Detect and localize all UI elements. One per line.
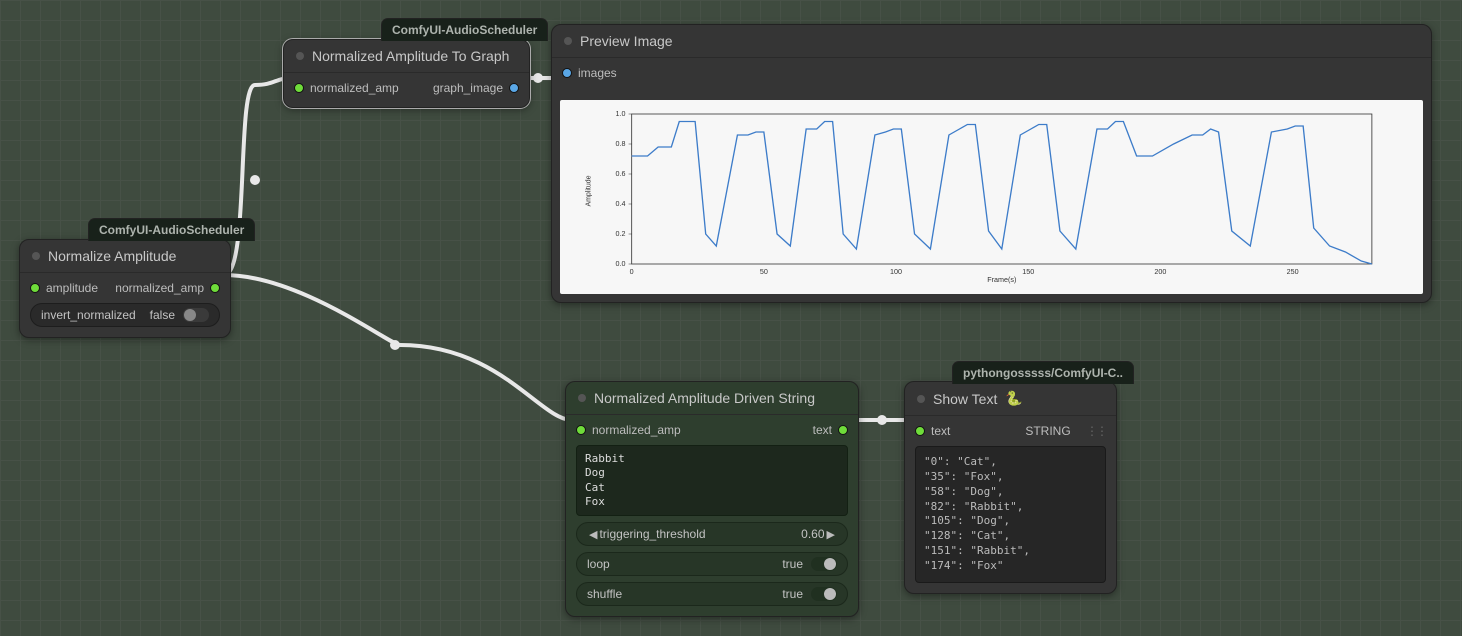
input-amplitude[interactable]: amplitude [30,281,98,295]
widget-triggering-threshold[interactable]: ◀ triggering_threshold 0.60 ▶ [576,522,848,546]
output-normalized-amp[interactable]: normalized_amp [115,281,220,295]
toggle-icon[interactable] [811,557,837,571]
title-text: Normalize Amplitude [48,248,176,264]
snake-icon: 🐍 [1005,390,1022,407]
title-text: Normalized Amplitude Driven String [594,390,815,406]
node-amp-to-graph[interactable]: Normalized Amplitude To Graph normalized… [283,39,530,108]
title-text: Normalized Amplitude To Graph [312,48,509,64]
title-text: Show Text [933,391,997,407]
widget-value: 0.60 [801,527,824,541]
chevron-right-icon[interactable]: ▶ [825,528,837,541]
svg-text:0.0: 0.0 [616,260,626,268]
widget-label: loop [587,557,610,571]
preview-surface: 0.0 0.2 0.4 0.6 0.8 1.0 0 50 100 150 200 250 Frame… [560,100,1423,294]
output-text[interactable]: text [813,423,848,437]
svg-text:0.6: 0.6 [616,170,626,178]
widget-invert-normalized[interactable]: invert_normalized false [30,303,220,327]
svg-text:0.2: 0.2 [616,230,626,238]
widget-label: shuffle [587,587,622,601]
toggle-icon[interactable] [183,308,209,322]
svg-text:200: 200 [1154,268,1166,276]
node-preview-image[interactable]: Preview Image images 0.0 0.2 0.4 0.6 0.8 1.0 … [551,24,1432,303]
svg-text:1.0: 1.0 [616,110,626,118]
output-string[interactable]: STRING ⋮⋮ [1025,424,1106,438]
input-text[interactable]: text [915,424,950,438]
widget-label: invert_normalized [41,308,136,322]
output-graph-image[interactable]: graph_image [433,81,519,95]
svg-text:0.4: 0.4 [616,200,626,208]
badge-graph: ComfyUI-AudioScheduler [381,18,548,41]
node-amp-driven-string[interactable]: Normalized Amplitude Driven String norma… [565,381,859,617]
string-list-textarea[interactable]: Rabbit Dog Cat Fox [576,445,848,516]
svg-text:0.8: 0.8 [616,140,626,148]
svg-text:Frame(s): Frame(s) [987,276,1016,284]
toggle-icon[interactable] [811,587,837,601]
widget-loop[interactable]: loop true [576,552,848,576]
grip-icon: ⋮⋮ [1086,424,1106,438]
svg-text:100: 100 [890,268,902,276]
collapse-dot-icon[interactable] [578,394,586,402]
chevron-left-icon[interactable]: ◀ [587,528,599,541]
collapse-dot-icon[interactable] [296,52,304,60]
node-title[interactable]: Normalized Amplitude Driven String [566,382,858,415]
svg-text:150: 150 [1022,268,1034,276]
collapse-dot-icon[interactable] [917,395,925,403]
show-text-content[interactable]: "0": "Cat", "35": "Fox", "58": "Dog", "8… [915,446,1106,583]
node-normalize-amplitude[interactable]: Normalize Amplitude amplitude normalized… [19,239,231,338]
widget-label: triggering_threshold [599,527,705,541]
svg-text:0: 0 [630,268,634,276]
title-text: Preview Image [580,33,673,49]
badge-showtext: pythongosssss/ComfyUI-C.. [952,361,1134,384]
widget-shuffle[interactable]: shuffle true [576,582,848,606]
widget-value: true [782,587,803,601]
widget-value: false [150,308,175,322]
input-normalized-amp[interactable]: normalized_amp [576,423,681,437]
node-title[interactable]: Preview Image [552,25,1431,58]
svg-text:Amplitude: Amplitude [584,175,592,206]
node-show-text[interactable]: Show Text 🐍 text STRING ⋮⋮ "0": "Cat", "… [904,381,1117,594]
node-title[interactable]: Show Text 🐍 [905,382,1116,416]
node-title[interactable]: Normalize Amplitude [20,240,230,273]
svg-text:50: 50 [760,268,768,276]
collapse-dot-icon[interactable] [32,252,40,260]
badge-normalize: ComfyUI-AudioScheduler [88,218,255,241]
widget-value: true [782,557,803,571]
input-images[interactable]: images [562,66,617,80]
node-title[interactable]: Normalized Amplitude To Graph [284,40,529,73]
svg-text:250: 250 [1287,268,1299,276]
chart-plot: 0.0 0.2 0.4 0.6 0.8 1.0 0 50 100 150 200 250 Frame… [570,106,1413,286]
collapse-dot-icon[interactable] [564,37,572,45]
input-normalized-amp[interactable]: normalized_amp [294,81,399,95]
